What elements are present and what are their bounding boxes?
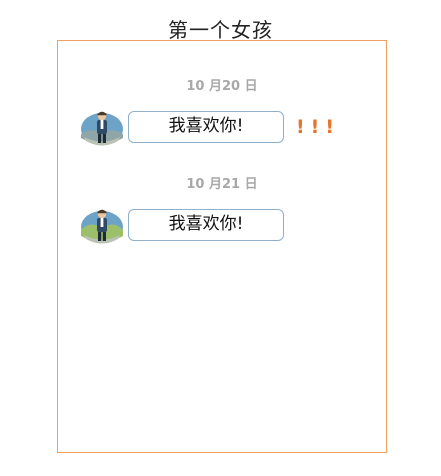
man-avatar-icon (81, 209, 123, 244)
chat-frame: 10 月20 日 我喜欢你! !!! 10 月21 日 我喜欢你! (57, 40, 387, 453)
date-label: 10 月20 日 (186, 79, 258, 94)
page: 第一个女孩 10 月20 日 我喜欢你! !!! 10 月21 日 我喜欢你! (0, 0, 441, 476)
message-bubble: 我喜欢你! (128, 111, 284, 143)
page-title: 第一个女孩 (168, 18, 273, 42)
man-avatar-icon (81, 111, 123, 146)
date-label: 10 月21 日 (186, 177, 258, 192)
exclamation-marks: !!! (296, 116, 340, 138)
message-bubble: 我喜欢你! (128, 209, 284, 241)
